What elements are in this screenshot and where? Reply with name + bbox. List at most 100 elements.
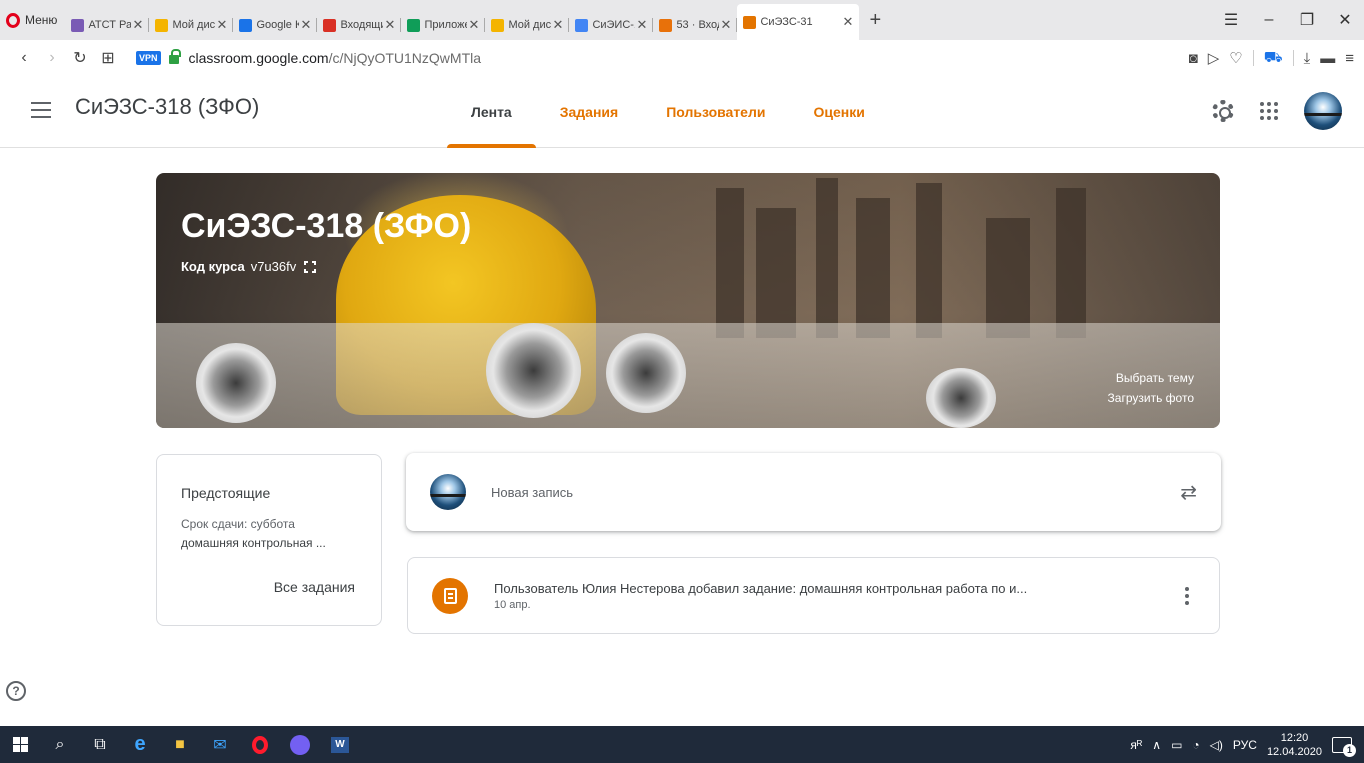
word-icon[interactable]: W bbox=[320, 726, 360, 763]
browser-tab-strip: Меню АТСТ Расп✕Мой диск✕Google Ка✕Входящ… bbox=[0, 0, 1364, 40]
close-tab-icon[interactable]: ✕ bbox=[637, 17, 648, 33]
heart-icon[interactable]: ♡ bbox=[1229, 49, 1242, 67]
language-indicator[interactable]: РУС bbox=[1233, 738, 1257, 752]
close-tab-icon[interactable]: ✕ bbox=[301, 17, 312, 33]
search-icon[interactable]: ⌕ bbox=[40, 726, 80, 763]
battery-icon[interactable]: ▬ bbox=[1320, 50, 1335, 67]
url-field[interactable]: classroom.google.com/c/NjQyOTU1NzQwMTla bbox=[189, 50, 482, 66]
speed-dial-icon[interactable]: ⊞ bbox=[94, 48, 122, 68]
help-icon[interactable]: ? bbox=[6, 681, 26, 701]
all-assignments-link[interactable]: Все задания bbox=[274, 579, 355, 595]
vpn-badge[interactable]: VPN bbox=[136, 51, 161, 65]
nav-tab[interactable]: Задания bbox=[536, 76, 642, 148]
tab-title: Входящие bbox=[340, 19, 382, 31]
battery-icon[interactable]: ▭ bbox=[1171, 738, 1182, 752]
browser-tab[interactable]: СиЭИС-11✕ bbox=[569, 10, 654, 40]
upcoming-card: Предстоящие Срок сдачи: суббота домашняя… bbox=[156, 454, 382, 626]
browser-tab[interactable]: АТСТ Расп✕ bbox=[65, 10, 150, 40]
chevron-up-icon[interactable]: ∧ bbox=[1152, 738, 1161, 752]
close-tab-icon[interactable]: ✕ bbox=[721, 17, 732, 33]
opera-menu-button[interactable]: Меню bbox=[0, 0, 65, 40]
settings-gear-icon[interactable] bbox=[1212, 100, 1234, 122]
class-title[interactable]: СиЭЗС-318 (ЗФО) bbox=[75, 94, 259, 120]
back-icon[interactable]: ‹ bbox=[10, 49, 38, 67]
course-code-value: v7u36fv bbox=[250, 259, 297, 274]
tab-menu-icon[interactable]: ☰ bbox=[1212, 10, 1250, 30]
lock-icon[interactable] bbox=[168, 49, 181, 64]
browser-tab[interactable]: Мой диск✕ bbox=[149, 10, 234, 40]
more-options-icon[interactable] bbox=[1185, 586, 1189, 605]
assignment-icon bbox=[432, 577, 468, 614]
banner-title: СиЭЗС-318 (ЗФО) bbox=[181, 207, 472, 245]
repost-icon[interactable]: ⇄ bbox=[1180, 480, 1197, 505]
class-banner: СиЭЗС-318 (ЗФО) Код курса v7u36fv Выбрат… bbox=[156, 173, 1220, 428]
viber-icon[interactable] bbox=[280, 726, 320, 763]
download-icon[interactable]: ⤓ bbox=[1304, 50, 1311, 67]
user-avatar bbox=[430, 474, 466, 510]
globe-icon bbox=[71, 18, 85, 32]
browser-tab[interactable]: Мой диск✕ bbox=[485, 10, 570, 40]
upload-photo-link[interactable]: Загрузить фото bbox=[1108, 388, 1194, 408]
choose-theme-link[interactable]: Выбрать тему bbox=[1108, 368, 1194, 388]
wifi-icon[interactable]: ◔ bbox=[1192, 738, 1199, 752]
task-view-icon[interactable]: ⧉ bbox=[80, 726, 120, 763]
nav-tab[interactable]: Лента bbox=[447, 76, 536, 148]
minimize-button[interactable]: – bbox=[1250, 11, 1288, 29]
close-tab-icon[interactable]: ✕ bbox=[133, 17, 144, 33]
clock[interactable]: 12:20 12.04.2020 bbox=[1267, 731, 1322, 759]
close-tab-icon[interactable]: ✕ bbox=[385, 17, 396, 33]
edge-icon[interactable]: e bbox=[120, 726, 160, 763]
divider bbox=[1252, 50, 1254, 66]
main-menu-icon[interactable] bbox=[31, 102, 51, 123]
gmail-icon bbox=[323, 18, 337, 32]
easy-setup-icon[interactable]: ≡ bbox=[1345, 50, 1354, 67]
drive-icon bbox=[491, 18, 505, 32]
browser-tab-active[interactable]: СиЭЗС-31 ✕ bbox=[737, 4, 860, 40]
snapshot-icon[interactable]: ◙ bbox=[1189, 50, 1198, 67]
upcoming-assignment-link[interactable]: домашняя контрольная ... bbox=[181, 534, 357, 553]
course-code-label: Код курса bbox=[181, 259, 245, 274]
opera-icon[interactable] bbox=[240, 726, 280, 763]
mail-icon bbox=[659, 18, 673, 32]
people-icon[interactable]: ᴙᴿ bbox=[1130, 738, 1142, 752]
new-post-placeholder[interactable]: Новая запись bbox=[491, 485, 573, 500]
divider bbox=[1292, 50, 1294, 66]
close-tab-icon[interactable]: ✕ bbox=[469, 17, 480, 33]
notification-count: 1 bbox=[1343, 743, 1356, 757]
start-button[interactable] bbox=[0, 726, 40, 763]
new-tab-button[interactable]: + bbox=[859, 9, 891, 32]
reload-icon[interactable]: ↻ bbox=[66, 48, 94, 68]
opera-logo-icon bbox=[6, 12, 20, 28]
close-tab-icon[interactable]: ✕ bbox=[843, 14, 854, 30]
restore-button[interactable]: ❐ bbox=[1288, 10, 1326, 30]
close-tab-icon[interactable]: ✕ bbox=[217, 17, 228, 33]
play-icon bbox=[407, 18, 421, 32]
new-post-card[interactable]: Новая запись ⇄ bbox=[406, 453, 1221, 531]
stream-item-text[interactable]: Пользователь Юлия Нестерова добавил зада… bbox=[494, 581, 1165, 596]
notifications-icon[interactable]: 1 bbox=[1332, 736, 1356, 757]
cart-icon[interactable]: ⛟ bbox=[1264, 49, 1283, 68]
file-explorer-icon[interactable]: ■ bbox=[160, 726, 200, 763]
upcoming-heading: Предстоящие bbox=[181, 485, 271, 501]
classroom-icon bbox=[743, 15, 757, 29]
forward-icon[interactable]: › bbox=[38, 49, 66, 67]
close-window-button[interactable]: ✕ bbox=[1326, 10, 1364, 30]
stream-item[interactable]: Пользователь Юлия Нестерова добавил зада… bbox=[407, 557, 1220, 634]
mail-icon[interactable]: ✉ bbox=[200, 726, 240, 763]
browser-tab[interactable]: Google Ка✕ bbox=[233, 10, 318, 40]
tab-title: 53 · Входя bbox=[676, 19, 718, 31]
browser-tab[interactable]: Приложен✕ bbox=[401, 10, 486, 40]
browser-tab[interactable]: 53 · Входя✕ bbox=[653, 10, 738, 40]
browser-tab[interactable]: Входящие✕ bbox=[317, 10, 402, 40]
tab-title: Мой диск bbox=[508, 19, 551, 31]
account-avatar[interactable] bbox=[1304, 92, 1342, 130]
close-tab-icon[interactable]: ✕ bbox=[553, 17, 564, 33]
flow-icon[interactable]: ▷ bbox=[1208, 49, 1220, 67]
docs-icon bbox=[575, 18, 589, 32]
apps-grid-icon[interactable] bbox=[1260, 102, 1278, 120]
nav-tab[interactable]: Пользователи bbox=[642, 76, 789, 148]
volume-icon[interactable]: ◁) bbox=[1210, 738, 1223, 752]
tab-title: СиЭЗС-31 bbox=[760, 16, 813, 28]
nav-tab[interactable]: Оценки bbox=[789, 76, 888, 148]
fullscreen-icon[interactable] bbox=[304, 260, 317, 273]
